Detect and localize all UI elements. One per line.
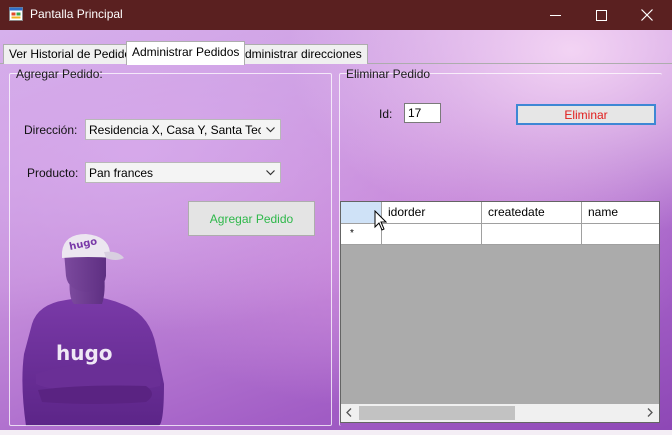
new-row-marker: * (350, 228, 354, 239)
new-row-cell-name[interactable] (582, 224, 659, 245)
maximize-icon (595, 9, 607, 21)
scroll-right-icon[interactable] (647, 408, 653, 417)
maximize-button[interactable] (578, 0, 624, 30)
direccion-label: Dirección: (24, 123, 78, 137)
minimize-icon (549, 14, 561, 16)
tab-administrar-pedidos[interactable]: Administrar Pedidos (126, 41, 246, 65)
producto-combobox[interactable]: Pan frances (85, 162, 281, 183)
tab-ver-historial[interactable]: Ver Historial de Pedidos (3, 44, 144, 64)
window-bottom-edge (0, 430, 672, 435)
orders-datagrid[interactable]: idorder createdate name * (340, 201, 660, 423)
chevron-down-icon (266, 170, 275, 176)
scrollbar-thumb[interactable] (359, 406, 515, 420)
tab-administrar-direcciones[interactable]: Administrar direcciones (231, 44, 368, 64)
window-title: Pantalla Principal (30, 7, 123, 21)
eliminar-button[interactable]: Eliminar (516, 104, 656, 125)
agregar-pedido-legend: Agregar Pedido: (16, 67, 103, 81)
producto-value: Pan frances (89, 166, 154, 180)
column-header-name[interactable]: name (582, 202, 659, 224)
horizontal-scrollbar[interactable] (341, 404, 659, 422)
new-row-cell-idorder[interactable] (382, 224, 482, 245)
producto-label: Producto: (27, 166, 79, 180)
new-row-cell-createdate[interactable] (482, 224, 582, 245)
title-bar: Pantalla Principal (0, 0, 672, 30)
id-label: Id: (379, 107, 393, 121)
close-button[interactable] (624, 0, 670, 30)
direccion-combobox[interactable]: Residencia X, Casa Y, Santa Tecla, (85, 119, 281, 140)
id-input[interactable]: 17 (404, 103, 441, 123)
column-header-idorder[interactable]: idorder (382, 202, 482, 224)
direccion-value: Residencia X, Casa Y, Santa Tecla, (89, 123, 261, 137)
minimize-button[interactable] (532, 0, 578, 30)
agregar-pedido-button[interactable]: Agregar Pedido (188, 201, 315, 236)
column-header-createdate[interactable]: createdate (482, 202, 582, 224)
eliminar-pedido-legend: Eliminar Pedido (346, 67, 431, 81)
mouse-cursor-icon (374, 210, 387, 231)
chevron-down-icon (266, 127, 275, 133)
scroll-left-icon[interactable] (346, 408, 352, 417)
close-icon (641, 9, 653, 21)
app-icon (9, 7, 23, 21)
